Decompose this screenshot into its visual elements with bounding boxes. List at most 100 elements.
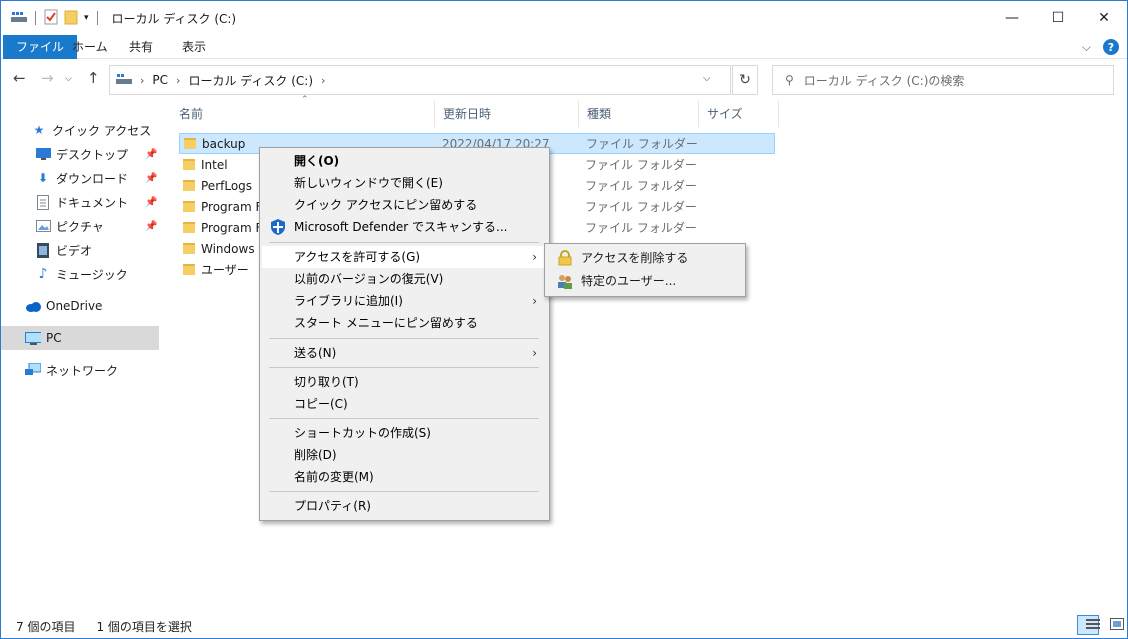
ribbon-expand-icon[interactable]: ⌵ xyxy=(1082,40,1091,55)
lock-icon xyxy=(557,250,573,266)
submenu-chevron-icon: › xyxy=(532,250,537,264)
pin-icon[interactable]: 📌 xyxy=(145,149,157,160)
item-count: 7 個の項目 xyxy=(16,619,76,634)
menu-item-rename[interactable]: 名前の変更(M) xyxy=(262,466,547,488)
breadcrumb-drive[interactable]: ローカル ディスク (C:) xyxy=(188,72,313,89)
sidebar-item-desktop[interactable]: デスクトップ 📌 xyxy=(1,142,159,166)
sidebar-item-quick-access[interactable]: ★ クイック アクセス xyxy=(1,118,159,142)
document-icon xyxy=(35,194,51,210)
pc-icon xyxy=(25,330,41,346)
menu-item-restore-versions[interactable]: 以前のバージョンの復元(V) xyxy=(262,268,547,290)
recent-dropdown-icon[interactable]: ⌵ xyxy=(65,74,72,84)
menu-item-pin-quick-access[interactable]: クイック アクセスにピン留めする xyxy=(262,194,547,216)
menu-item-properties[interactable]: プロパティ(R) xyxy=(262,495,547,517)
quick-access-toolbar: ▾ ローカル ディスク (C:) xyxy=(1,1,236,35)
refresh-button[interactable]: ↻ xyxy=(732,65,758,95)
tab-share[interactable]: 共有 xyxy=(116,35,166,59)
menu-item-open-new-window[interactable]: 新しいウィンドウで開く(E) xyxy=(262,172,547,194)
picture-icon xyxy=(35,218,51,234)
up-arrow-icon[interactable]: ↑ xyxy=(87,69,100,87)
close-button[interactable]: ✕ xyxy=(1081,1,1127,35)
folder-icon xyxy=(184,138,196,149)
menu-item-open[interactable]: 開く(O) xyxy=(262,150,547,172)
title-bar: ▾ ローカル ディスク (C:) — ☐ ✕ xyxy=(1,1,1127,35)
address-bar[interactable]: › PC › ローカル ディスク (C:) › xyxy=(109,65,731,95)
submenu-item-remove-access[interactable]: アクセスを削除する xyxy=(547,247,743,269)
folder-icon xyxy=(183,243,195,254)
pin-icon[interactable]: 📌 xyxy=(145,197,157,208)
folder-icon xyxy=(183,264,195,275)
menu-item-defender-scan[interactable]: Microsoft Defender でスキャンする... xyxy=(262,216,547,238)
breadcrumb-chevron-icon[interactable]: › xyxy=(176,74,180,87)
column-header-name[interactable]: 名前 xyxy=(171,101,435,127)
search-box[interactable]: ⚲ ローカル ディスク (C:)の検索 xyxy=(772,65,1114,95)
back-arrow-icon[interactable]: ← xyxy=(13,69,26,87)
menu-item-send-to[interactable]: 送る(N) › xyxy=(262,342,547,364)
navigation-pane: ★ クイック アクセス デスクトップ 📌 ⬇ ダウンロード 📌 ドキュメント 📌… xyxy=(1,101,161,611)
folder-icon xyxy=(183,159,195,170)
drive-address-icon xyxy=(116,73,132,88)
details-view-button[interactable] xyxy=(1077,615,1100,635)
ribbon-tabs: ファイル ホーム 共有 表示 ⌵ ? xyxy=(1,35,1127,59)
selection-count: 1 個の項目を選択 xyxy=(96,619,192,634)
navigation-bar: ← → ⌵ ↑ › PC › ローカル ディスク (C:) › ⌵ ↻ ⚲ ロー… xyxy=(1,59,1127,101)
tab-home[interactable]: ホーム xyxy=(59,35,121,59)
menu-item-create-shortcut[interactable]: ショートカットの作成(S) xyxy=(262,422,547,444)
menu-item-cut[interactable]: 切り取り(T) xyxy=(262,371,547,393)
menu-item-delete[interactable]: 削除(D) xyxy=(262,444,547,466)
qat-dropdown-icon[interactable]: ▾ xyxy=(84,13,89,23)
forward-arrow-icon[interactable]: → xyxy=(41,69,54,87)
submenu-item-specific-people[interactable]: 特定のユーザー... xyxy=(547,270,743,292)
window-title: ローカル ディスク (C:) xyxy=(111,11,237,26)
breadcrumb-chevron-icon[interactable]: › xyxy=(140,74,144,87)
sidebar-item-downloads[interactable]: ⬇ ダウンロード 📌 xyxy=(1,166,159,190)
folder-icon xyxy=(183,201,195,212)
new-folder-qat-icon[interactable] xyxy=(64,9,78,28)
breadcrumb-pc[interactable]: PC xyxy=(152,73,168,87)
sidebar-item-pc[interactable]: PC xyxy=(1,326,159,350)
column-header-size[interactable]: サイズ xyxy=(699,101,779,127)
search-icon: ⚲ xyxy=(785,73,794,87)
pin-icon[interactable]: 📌 xyxy=(145,221,157,232)
folder-icon xyxy=(183,180,195,191)
sidebar-item-pictures[interactable]: ピクチャ 📌 xyxy=(1,214,159,238)
tab-view[interactable]: 表示 xyxy=(169,35,219,59)
pin-icon[interactable]: 📌 xyxy=(145,173,157,184)
help-icon[interactable]: ? xyxy=(1103,39,1119,55)
column-header-date[interactable]: 更新日時 xyxy=(435,101,579,127)
sidebar-item-onedrive[interactable]: OneDrive xyxy=(1,294,159,318)
address-dropdown-icon[interactable]: ⌵ xyxy=(703,73,711,84)
submenu-chevron-icon: › xyxy=(532,346,537,360)
minimize-button[interactable]: — xyxy=(989,1,1035,35)
menu-item-pin-start[interactable]: スタート メニューにピン留めする xyxy=(262,312,547,334)
download-icon: ⬇ xyxy=(37,171,49,185)
menu-item-give-access[interactable]: アクセスを許可する(G) › xyxy=(262,246,547,268)
menu-item-copy[interactable]: コピー(C) xyxy=(262,393,547,415)
details-view-icon xyxy=(1085,618,1100,633)
music-icon: ♪ xyxy=(38,266,48,282)
large-icons-view-icon xyxy=(1109,617,1124,633)
cloud-icon xyxy=(25,298,41,314)
search-placeholder: ローカル ディスク (C:)の検索 xyxy=(803,73,965,88)
large-icons-view-button[interactable] xyxy=(1101,615,1124,635)
status-bar: 7 個の項目 1 個の項目を選択 xyxy=(1,613,1127,638)
star-icon: ★ xyxy=(33,123,45,137)
menu-item-add-to-library[interactable]: ライブラリに追加(I) › xyxy=(262,290,547,312)
sidebar-item-music[interactable]: ♪ ミュージック xyxy=(1,262,159,286)
explorer-window: ▾ ローカル ディスク (C:) — ☐ ✕ ファイル ホーム 共有 表示 ⌵ … xyxy=(0,0,1128,639)
users-icon xyxy=(557,273,573,289)
network-icon xyxy=(25,362,41,378)
folder-icon xyxy=(183,222,195,233)
properties-qat-icon[interactable] xyxy=(44,9,58,28)
sidebar-item-documents[interactable]: ドキュメント 📌 xyxy=(1,190,159,214)
breadcrumb-chevron-icon[interactable]: › xyxy=(321,74,325,87)
sidebar-item-videos[interactable]: ビデオ xyxy=(1,238,159,262)
maximize-button[interactable]: ☐ xyxy=(1035,1,1081,35)
refresh-icon: ↻ xyxy=(739,72,751,88)
sidebar-item-network[interactable]: ネットワーク xyxy=(1,358,159,382)
defender-shield-icon xyxy=(270,219,286,235)
video-icon xyxy=(35,242,51,258)
drive-app-icon xyxy=(11,11,27,26)
column-header-type[interactable]: 種類 xyxy=(579,101,699,127)
desktop-icon xyxy=(35,146,51,162)
